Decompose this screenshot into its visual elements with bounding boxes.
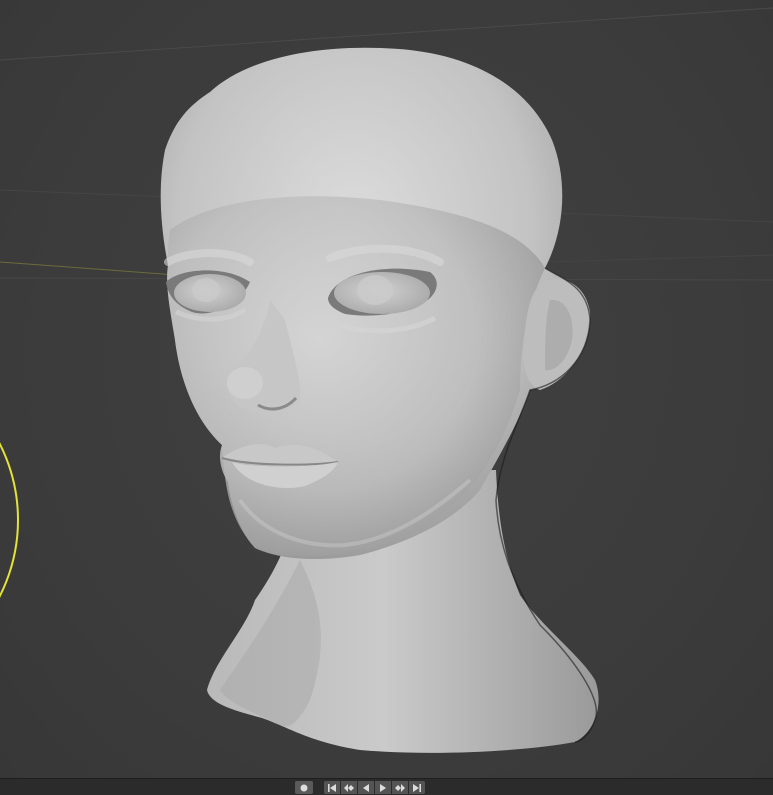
jump-to-start-button[interactable] xyxy=(324,781,340,794)
viewport-canvas[interactable] xyxy=(0,0,773,778)
play-reverse-button[interactable] xyxy=(358,781,374,794)
x-axis-line xyxy=(0,261,191,277)
next-keyframe-icon xyxy=(395,783,405,792)
record-button[interactable] xyxy=(295,781,313,794)
left-eye xyxy=(166,270,250,322)
next-keyframe-button[interactable] xyxy=(392,781,408,794)
play-icon xyxy=(380,783,386,792)
brush-radius-circle xyxy=(0,442,19,598)
prev-keyframe-button[interactable] xyxy=(341,781,357,794)
play-reverse-icon xyxy=(363,783,369,792)
playback-controls xyxy=(295,781,425,794)
transport-group xyxy=(324,781,425,794)
jump-end-icon xyxy=(413,783,421,792)
timeline-bar xyxy=(0,778,773,795)
prev-keyframe-icon xyxy=(344,783,354,792)
record-icon xyxy=(300,784,308,791)
3d-viewport[interactable] xyxy=(0,0,773,778)
play-button[interactable] xyxy=(375,781,391,794)
jump-to-end-button[interactable] xyxy=(409,781,425,794)
jump-start-icon xyxy=(328,783,336,792)
